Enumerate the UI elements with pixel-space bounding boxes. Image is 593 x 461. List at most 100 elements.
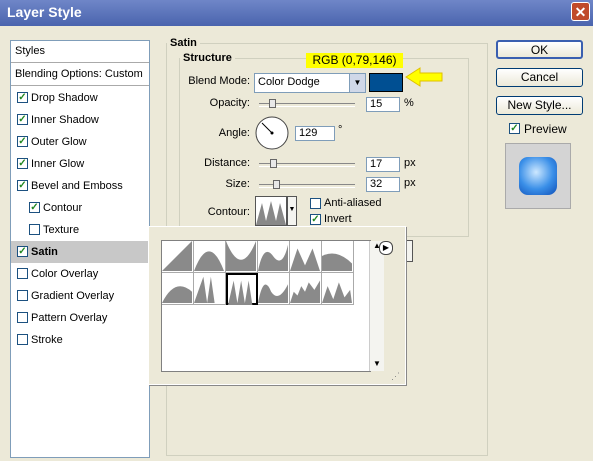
style-item-label: Gradient Overlay	[31, 290, 115, 302]
contour-option[interactable]	[258, 273, 290, 305]
close-icon: ✕	[574, 4, 587, 20]
satin-color-swatch[interactable]	[369, 73, 403, 92]
opacity-unit: %	[404, 97, 414, 109]
style-item[interactable]: Texture	[11, 219, 149, 241]
anti-aliased-label: Anti-aliased	[324, 197, 382, 209]
contour-option[interactable]	[290, 241, 322, 273]
contour-option[interactable]	[194, 273, 226, 305]
contour-option[interactable]	[322, 273, 354, 305]
style-item[interactable]: ✓ Outer Glow	[11, 131, 149, 153]
style-checkbox[interactable]: ✓	[17, 158, 28, 169]
new-style-button[interactable]: New Style...	[496, 96, 583, 115]
contour-option[interactable]	[162, 241, 194, 273]
style-item-label: Bevel and Emboss	[31, 180, 123, 192]
style-item[interactable]: ✓ Inner Glow	[11, 153, 149, 175]
contour-curve-icon	[194, 276, 224, 303]
style-checkbox[interactable]	[17, 312, 28, 323]
contour-curve-icon	[322, 253, 352, 271]
checkmark-icon: ✓	[30, 202, 39, 213]
style-item[interactable]: ✓ Drop Shadow	[11, 87, 149, 109]
style-item-label: Inner Shadow	[31, 114, 99, 126]
style-checkbox[interactable]: ✓	[17, 246, 28, 257]
style-checkbox[interactable]: ✓	[29, 202, 40, 213]
style-item[interactable]: Stroke	[11, 329, 149, 351]
contour-option[interactable]	[194, 241, 226, 273]
contour-option[interactable]	[162, 273, 194, 305]
angle-dial[interactable]	[254, 115, 290, 151]
contour-option[interactable]	[322, 241, 354, 273]
contour-option[interactable]	[226, 273, 258, 305]
contour-dropdown-button[interactable]: ▼	[287, 196, 297, 226]
style-item[interactable]: Color Overlay	[11, 263, 149, 285]
contour-curve-icon	[258, 284, 288, 303]
contour-curve-icon	[256, 201, 286, 225]
size-unit: px	[404, 177, 416, 189]
checkmark-icon: ✓	[18, 246, 27, 257]
ok-button[interactable]: OK	[496, 40, 583, 59]
style-checkbox[interactable]: ✓	[17, 136, 28, 147]
blend-mode-select[interactable]: Color Dodge ▼	[254, 73, 366, 93]
style-item[interactable]: Pattern Overlay	[11, 307, 149, 329]
contour-curve-icon	[162, 286, 192, 303]
contour-grid: ▲ ▼	[161, 240, 384, 372]
style-item[interactable]: Gradient Overlay	[11, 285, 149, 307]
blending-options-item[interactable]: Blending Options: Custom	[11, 64, 149, 86]
contour-option[interactable]	[290, 273, 322, 305]
style-checkbox[interactable]	[29, 224, 40, 235]
checkmark-icon: ✓	[18, 180, 27, 191]
style-checkbox[interactable]	[17, 334, 28, 345]
invert-label: Invert	[324, 213, 352, 225]
picker-menu-icon[interactable]: ▶	[379, 241, 393, 255]
picker-scrollbar[interactable]: ▲ ▼	[369, 241, 384, 371]
opacity-slider-handle[interactable]	[269, 99, 276, 108]
style-item[interactable]: ✓ Contour	[11, 197, 149, 219]
contour-option[interactable]	[258, 241, 290, 273]
checkmark-icon: ✓	[18, 114, 27, 125]
resize-grip-icon[interactable]: ⋰	[391, 371, 400, 382]
distance-slider-handle[interactable]	[270, 159, 277, 168]
style-checkbox[interactable]	[17, 268, 28, 279]
style-checkbox[interactable]: ✓	[17, 180, 28, 191]
contour-curve-icon	[226, 241, 256, 271]
chevron-down-icon[interactable]: ▼	[373, 359, 381, 368]
contour-curve-icon	[228, 280, 253, 305]
style-checkbox[interactable]: ✓	[17, 114, 28, 125]
angle-input[interactable]: 129	[295, 126, 335, 141]
preview-checkbox[interactable]: ✓	[509, 123, 520, 134]
styles-header[interactable]: Styles	[11, 41, 149, 63]
style-item[interactable]: ✓ Bevel and Emboss	[11, 175, 149, 197]
size-slider-handle[interactable]	[273, 180, 280, 189]
preview-label: Preview	[524, 122, 567, 136]
close-button[interactable]: ✕	[571, 2, 590, 21]
rgb-annotation: RGB (0,79,146)	[306, 53, 403, 68]
style-item-label: Texture	[43, 224, 80, 236]
title-bar: Layer Style ✕	[0, 0, 593, 26]
style-item-label: Pattern Overlay	[31, 312, 108, 324]
opacity-input[interactable]: 15	[366, 97, 400, 112]
style-checkbox[interactable]: ✓	[17, 92, 28, 103]
preview-thumbnail	[505, 143, 571, 209]
contour-option[interactable]	[226, 241, 258, 273]
size-label: Size:	[225, 178, 250, 190]
checkmark-icon: ✓	[18, 136, 27, 147]
style-item-label: Stroke	[31, 334, 63, 346]
satin-group-title: Satin	[170, 37, 197, 49]
contour-curve-icon	[290, 248, 320, 271]
contour-label: Contour:	[207, 206, 250, 218]
angle-label: Angle:	[218, 127, 250, 139]
size-input[interactable]: 32	[366, 177, 400, 192]
cancel-button[interactable]: Cancel	[496, 68, 583, 87]
contour-curve-icon	[194, 251, 224, 271]
distance-label: Distance:	[204, 157, 250, 169]
anti-aliased-checkbox[interactable]	[310, 198, 321, 209]
distance-input[interactable]: 17	[366, 157, 400, 172]
style-checkbox[interactable]	[17, 290, 28, 301]
contour-curve-icon	[162, 241, 192, 271]
style-item-label: Color Overlay	[31, 268, 99, 280]
contour-curve-icon	[258, 244, 288, 271]
style-item[interactable]: ✓ Satin	[11, 241, 149, 263]
contour-preview[interactable]	[255, 196, 287, 226]
style-item-label: Inner Glow	[31, 158, 85, 170]
invert-checkbox[interactable]: ✓	[310, 214, 321, 225]
style-item[interactable]: ✓ Inner Shadow	[11, 109, 149, 131]
